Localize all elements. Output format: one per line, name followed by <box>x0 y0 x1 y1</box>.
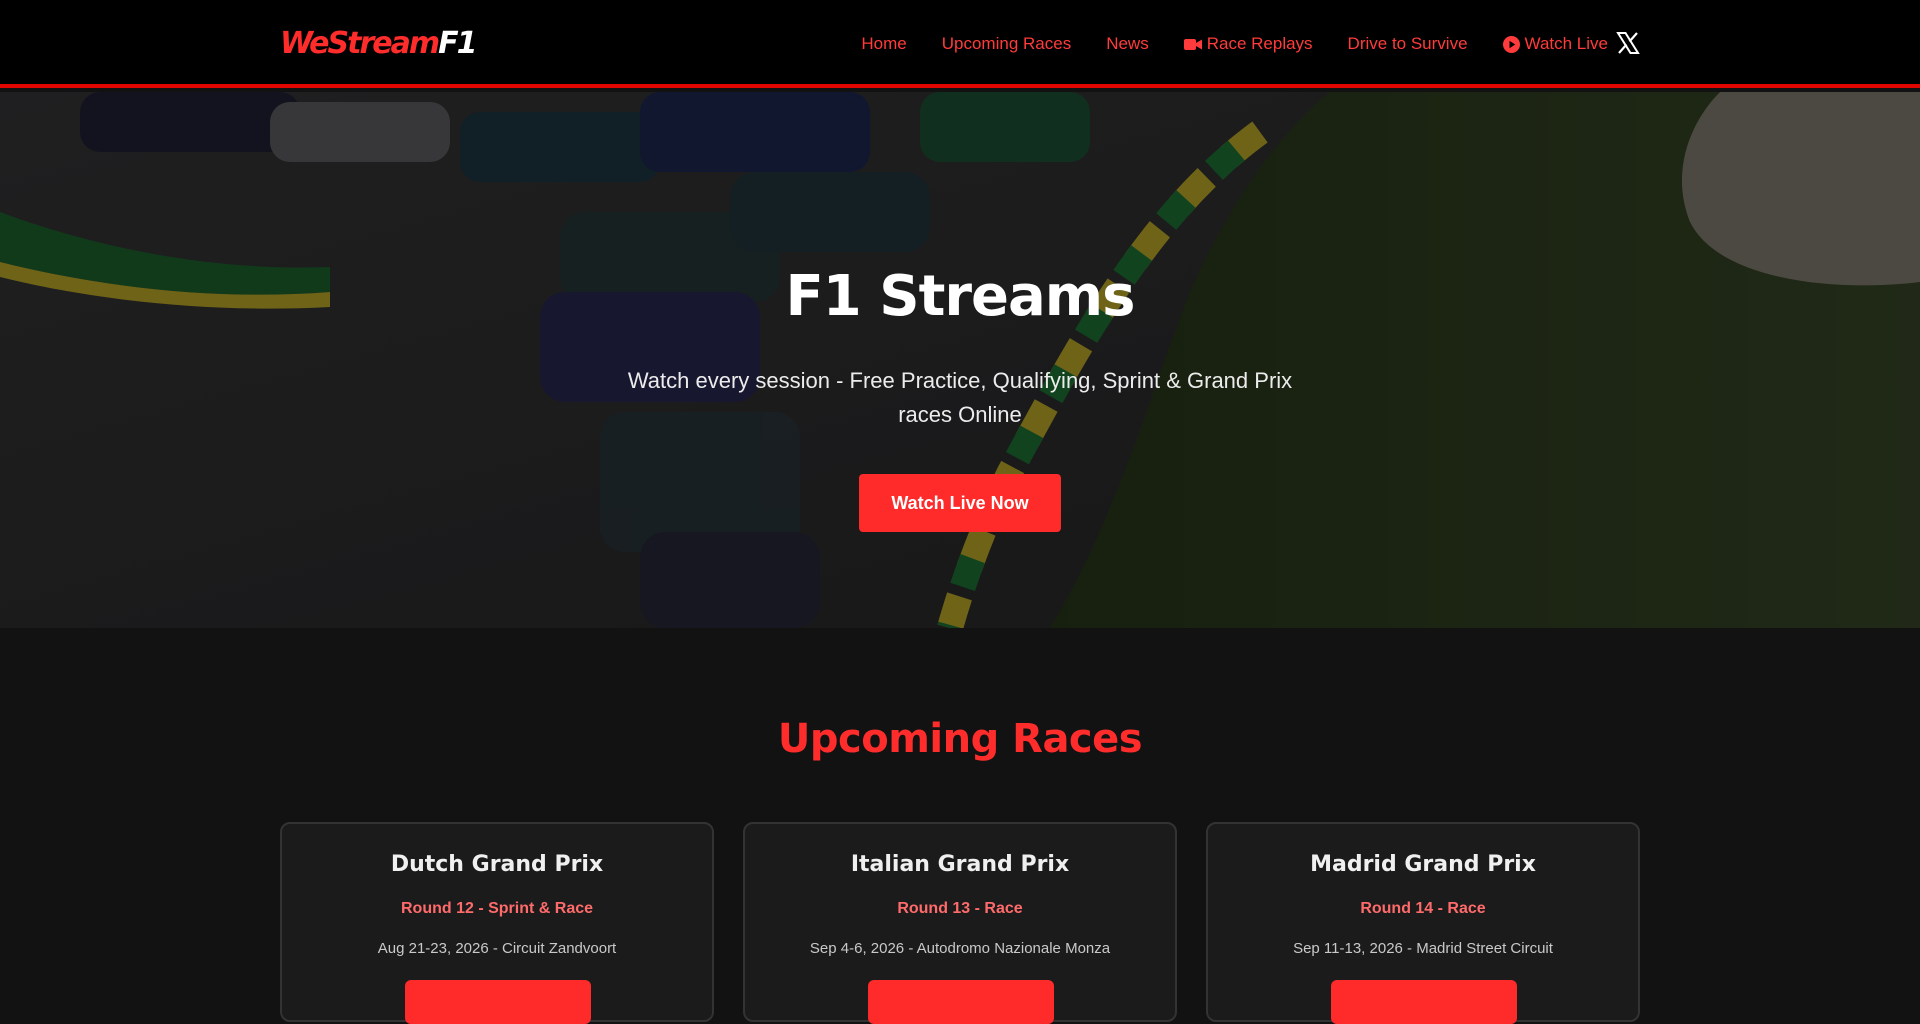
logo-text-f1: F1 <box>438 26 477 61</box>
hero-section: F1 Streams Watch every session - Free Pr… <box>0 92 1920 628</box>
logo-text-westream: WeStream <box>280 26 440 61</box>
nav-watch-live[interactable]: Watch Live <box>1502 34 1608 54</box>
nav-upcoming-races[interactable]: Upcoming Races <box>942 34 1071 54</box>
race-round: Round 12 - Sprint & Race <box>400 900 594 917</box>
hero-title: F1 Streams <box>785 264 1136 329</box>
upcoming-races-heading: Upcoming Races <box>777 716 1143 762</box>
race-name: Italian Grand Prix <box>850 852 1070 877</box>
race-card-button[interactable] <box>1331 980 1517 1024</box>
play-circle-icon <box>1502 35 1520 53</box>
race-date: Sep 4-6, 2026 - Autodromo Nazionale Monz… <box>809 940 1111 957</box>
race-card-button[interactable] <box>868 980 1054 1024</box>
main-nav: Home Upcoming Races News Race Replays Dr… <box>826 0 1608 88</box>
race-name: Dutch Grand Prix <box>390 852 604 877</box>
race-date: Aug 21-23, 2026 - Circuit Zandvoort <box>377 940 617 957</box>
race-date: Sep 11-13, 2026 - Madrid Street Circuit <box>1293 940 1553 957</box>
watch-live-now-button[interactable]: Watch Live Now <box>859 474 1061 532</box>
site-logo[interactable]: WeStreamF1 <box>280 26 478 62</box>
nav-race-replays-label: Race Replays <box>1206 34 1313 53</box>
nav-home[interactable]: Home <box>861 34 906 54</box>
nav-race-replays[interactable]: Race Replays <box>1183 34 1313 54</box>
hero-subtitle: Watch every session - Free Practice, Qua… <box>627 368 1293 427</box>
race-card-button[interactable] <box>405 980 591 1024</box>
race-card: Madrid Grand Prix Round 14 - Race Sep 11… <box>1206 822 1640 1024</box>
video-camera-icon <box>1183 38 1202 51</box>
race-round: Round 13 - Race <box>897 900 1023 917</box>
race-card: Dutch Grand Prix Round 12 - Sprint & Rac… <box>280 822 714 1024</box>
nav-news-label: News <box>1106 34 1149 53</box>
nav-upcoming-races-label: Upcoming Races <box>941 34 1072 53</box>
nav-news[interactable]: News <box>1106 34 1149 54</box>
nav-watch-live-label: Watch Live <box>1524 34 1608 53</box>
nav-drive-to-survive[interactable]: Drive to Survive <box>1348 34 1468 54</box>
x-icon[interactable] <box>1616 31 1640 55</box>
race-card: Italian Grand Prix Round 13 - Race Sep 4… <box>743 822 1177 1024</box>
site-header: WeStreamF1 Home Upcoming Races News Race… <box>0 0 1920 88</box>
nav-drive-to-survive-label: Drive to Survive <box>1347 34 1468 53</box>
race-name: Madrid Grand Prix <box>1310 852 1536 877</box>
hero-overlay <box>0 92 1920 628</box>
nav-home-label: Home <box>861 34 907 53</box>
race-round: Round 14 - Race <box>1360 900 1486 917</box>
